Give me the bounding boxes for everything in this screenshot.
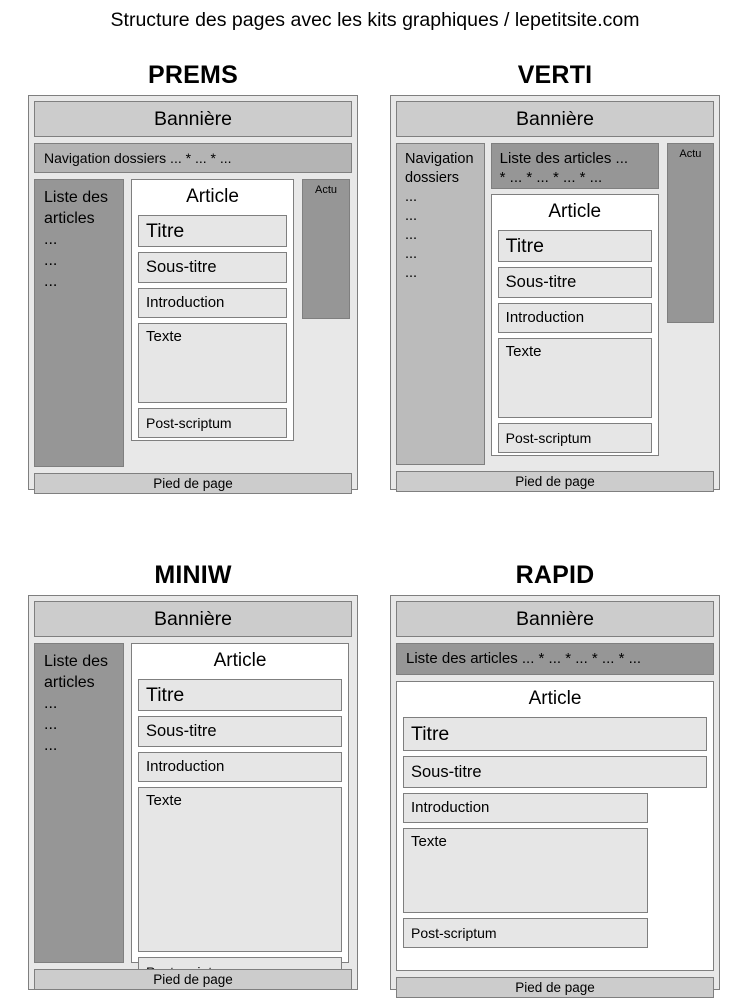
layout-spacer	[0, 60, 28, 490]
verti-center-column: Liste des articles ... * ... * ... * ...…	[490, 143, 659, 465]
prems-field-sous-titre[interactable]: Sous-titre	[138, 252, 287, 283]
prems-article-card: Article Titre Sous-titre Introduction Te…	[131, 179, 294, 441]
verti-liste-line2: * ... * ... * ... * ...	[499, 169, 603, 186]
prems-sidebar-title-line1: Liste des	[44, 189, 109, 206]
prems-actu-column: Actu	[302, 179, 350, 467]
miniw-sidebar-dot-2[interactable]: ...	[44, 714, 123, 735]
kit-verti: VERTI Bannière Navigation dossiers ... .…	[390, 60, 720, 492]
miniw-field-texte[interactable]: Texte	[138, 787, 342, 952]
miniw-page-frame: Bannière Liste des articles ... ... ... …	[28, 595, 358, 990]
layout-spacer	[0, 560, 28, 990]
verti-sidebar-dot-4[interactable]: ...	[405, 245, 484, 264]
rapid-field-texte[interactable]: Texte	[403, 828, 648, 913]
verti-actu-panel[interactable]: Actu	[666, 143, 714, 323]
prems-sidebar-dot-2[interactable]: ...	[44, 250, 123, 271]
miniw-article-card: Article Titre Sous-titre Introduction Te…	[131, 643, 349, 987]
verti-banner: Bannière	[396, 101, 714, 137]
miniw-article-heading: Article	[213, 650, 267, 671]
prems-sidebar-article-list[interactable]: Liste des articles ... ... ...	[34, 179, 124, 467]
miniw-footer: Pied de page	[34, 969, 352, 990]
verti-field-introduction[interactable]: Introduction	[497, 303, 652, 333]
verti-field-post-scriptum[interactable]: Post-scriptum	[497, 423, 652, 453]
verti-sidebar-navigation[interactable]: Navigation dossiers ... ... ... ... ...	[396, 143, 485, 465]
verti-sidebar-dot-1[interactable]: ...	[405, 188, 484, 207]
verti-article-heading: Article	[548, 201, 602, 222]
verti-sidebar-dot-2[interactable]: ...	[405, 207, 484, 226]
miniw-body: Liste des articles ... ... ... Article T…	[34, 643, 352, 987]
layout-spacer	[358, 560, 390, 990]
kit-title-prems: PREMS	[148, 61, 238, 89]
kit-rapid: RAPID Bannière Liste des articles ... * …	[390, 560, 720, 998]
rapid-article-list-bar[interactable]: Liste des articles ... * ... * ... * ...…	[396, 643, 714, 675]
miniw-sidebar-article-list[interactable]: Liste des articles ... ... ...	[34, 643, 124, 963]
prems-sidebar-title-line2: articles	[44, 210, 95, 227]
kit-prems: PREMS Bannière Navigation dossiers ... *…	[28, 60, 358, 494]
verti-sidebar-dot-3[interactable]: ...	[405, 226, 484, 245]
kit-title-miniw: MINIW	[154, 561, 232, 589]
miniw-sidebar-dot-3[interactable]: ...	[44, 735, 123, 756]
prems-actu-panel[interactable]: Actu	[302, 179, 350, 319]
prems-field-titre[interactable]: Titre	[138, 215, 287, 247]
rapid-field-sous-titre[interactable]: Sous-titre	[403, 756, 707, 788]
prems-navigation-bar[interactable]: Navigation dossiers ... * ... * ...	[34, 143, 352, 173]
prems-page-frame: Bannière Navigation dossiers ... * ... *…	[28, 95, 358, 494]
verti-sidebar-title-line2: dossiers	[405, 170, 459, 186]
verti-body: Navigation dossiers ... ... ... ... ... …	[396, 143, 714, 465]
rapid-page-frame: Bannière Liste des articles ... * ... * …	[390, 595, 720, 998]
verti-field-texte[interactable]: Texte	[497, 338, 652, 418]
prems-footer: Pied de page	[34, 473, 352, 494]
rapid-article-heading: Article	[528, 688, 582, 709]
verti-footer: Pied de page	[396, 471, 714, 492]
layout-row-gap	[0, 490, 750, 560]
page-title: Structure des pages avec les kits graphi…	[110, 9, 640, 31]
prems-field-introduction[interactable]: Introduction	[138, 288, 287, 318]
verti-page-frame: Bannière Navigation dossiers ... ... ...…	[390, 95, 720, 492]
verti-article-card: Article Titre Sous-titre Introduction Te…	[490, 194, 659, 456]
kit-row-top: PREMS Bannière Navigation dossiers ... *…	[0, 60, 750, 494]
prems-field-texte[interactable]: Texte	[138, 323, 287, 403]
verti-liste-line1: Liste des articles ...	[499, 150, 629, 167]
prems-article-heading: Article	[186, 186, 239, 207]
verti-sidebar-dot-5[interactable]: ...	[405, 264, 484, 283]
miniw-sidebar-title-line2: articles	[44, 674, 95, 691]
kit-miniw: MINIW Bannière Liste des articles ... ..…	[28, 560, 358, 990]
miniw-sidebar-dot-1[interactable]: ...	[44, 693, 123, 714]
rapid-field-introduction[interactable]: Introduction	[403, 793, 648, 823]
miniw-field-sous-titre[interactable]: Sous-titre	[138, 716, 342, 747]
rapid-field-post-scriptum[interactable]: Post-scriptum	[403, 918, 648, 948]
prems-field-post-scriptum[interactable]: Post-scriptum	[138, 408, 287, 438]
rapid-banner: Bannière	[396, 601, 714, 637]
verti-article-list-bar[interactable]: Liste des articles ... * ... * ... * ...…	[490, 143, 659, 189]
verti-field-titre[interactable]: Titre	[497, 230, 652, 262]
miniw-banner: Bannière	[34, 601, 352, 637]
kit-grid: PREMS Bannière Navigation dossiers ... *…	[0, 60, 750, 998]
prems-sidebar-dot-3[interactable]: ...	[44, 271, 123, 292]
verti-actu-column: Actu	[666, 143, 714, 465]
prems-sidebar-dot-1[interactable]: ...	[44, 229, 123, 250]
prems-banner: Bannière	[34, 101, 352, 137]
verti-sidebar-title-line1: Navigation	[405, 151, 474, 167]
prems-body: Liste des articles ... ... ... Article T…	[34, 179, 352, 467]
miniw-sidebar-title-line1: Liste des	[44, 653, 109, 670]
miniw-field-titre[interactable]: Titre	[138, 679, 342, 711]
verti-field-sous-titre[interactable]: Sous-titre	[497, 267, 652, 298]
rapid-field-titre[interactable]: Titre	[403, 717, 707, 751]
kit-row-bottom: MINIW Bannière Liste des articles ... ..…	[0, 560, 750, 998]
kit-title-rapid: RAPID	[515, 561, 595, 589]
miniw-field-introduction[interactable]: Introduction	[138, 752, 342, 782]
rapid-article-card: Article Titre Sous-titre Introduction Te…	[396, 681, 714, 971]
kit-title-verti: VERTI	[517, 61, 593, 89]
layout-spacer	[358, 60, 390, 490]
rapid-footer: Pied de page	[396, 977, 714, 998]
